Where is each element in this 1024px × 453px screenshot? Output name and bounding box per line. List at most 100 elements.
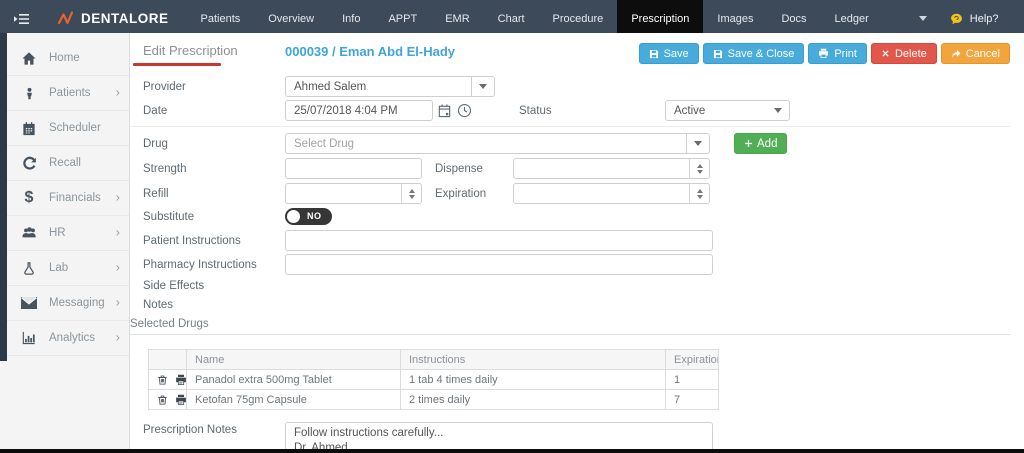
spinner-control[interactable] xyxy=(689,184,709,203)
actions-column-header xyxy=(149,350,187,370)
prescription-notes-textarea[interactable]: Follow instructions carefully... Dr. Ahm… xyxy=(285,422,713,449)
sidebar-item-home[interactable]: Home xyxy=(7,41,129,76)
print-drug-icon[interactable] xyxy=(175,374,187,386)
pharmacy-instructions-input[interactable] xyxy=(285,254,713,275)
envelope-icon xyxy=(20,297,38,309)
pharmacy-instructions-label: Pharmacy Instructions xyxy=(143,259,285,271)
provider-dropdown-button[interactable] xyxy=(471,77,494,96)
brand-name: DENTALORE xyxy=(81,11,169,26)
calendar-icon xyxy=(20,121,38,136)
tab-procedure[interactable]: Procedure xyxy=(539,0,618,33)
patient-instructions-input[interactable] xyxy=(285,230,713,251)
sidebar-item-label: Analytics xyxy=(49,332,95,344)
drug-select[interactable]: Select Drug xyxy=(285,133,710,154)
people-icon xyxy=(20,226,38,240)
sidebar-collapse-icon[interactable] xyxy=(14,4,30,33)
divider xyxy=(130,334,1010,335)
drug-instructions-cell: 1 tab 4 times daily xyxy=(401,370,666,390)
sidebar-item-financials[interactable]: $ Financials xyxy=(7,181,129,216)
help-label: Help? xyxy=(970,13,999,25)
clock-icon[interactable] xyxy=(457,103,472,118)
chevron-down-icon xyxy=(919,16,927,21)
page-title: Edit Prescription xyxy=(143,43,285,58)
strength-input[interactable] xyxy=(285,158,422,179)
print-label: Print xyxy=(834,48,857,60)
sidebar-item-messaging[interactable]: Messaging xyxy=(7,286,129,321)
tab-overview[interactable]: Overview xyxy=(254,0,328,33)
add-drug-button[interactable]: Add xyxy=(734,133,787,154)
selected-drugs-heading: Selected Drugs xyxy=(130,318,1010,330)
sidebar-item-scheduler[interactable]: Scheduler xyxy=(7,111,129,146)
date-value: 25/07/2018 4:04 PM xyxy=(286,105,432,117)
tab-chart[interactable]: Chart xyxy=(484,0,539,33)
edit-prescription-panel: Edit Prescription 000039 / Eman Abd El-H… xyxy=(130,33,1024,449)
patient-link[interactable]: 000039 / Eman Abd El-Hady xyxy=(285,44,455,59)
help-menu[interactable]: Help? xyxy=(937,0,1011,33)
dollar-icon: $ xyxy=(20,189,38,207)
spinner-control[interactable] xyxy=(401,184,421,203)
tab-ledger[interactable]: Ledger xyxy=(821,0,883,33)
sidebar-item-analytics[interactable]: Analytics xyxy=(7,321,129,356)
tab-appt[interactable]: APPT xyxy=(374,0,431,33)
undo-arrow-icon xyxy=(951,49,961,59)
substitute-toggle[interactable]: NO xyxy=(285,208,332,225)
status-select[interactable]: Active xyxy=(665,100,790,121)
instructions-column-header: Instructions xyxy=(401,350,666,370)
x-icon xyxy=(881,49,890,58)
substitute-label: Substitute xyxy=(143,211,285,223)
drug-dropdown-button[interactable] xyxy=(686,134,709,153)
calendar-icon[interactable] xyxy=(437,103,452,118)
chevron-down-icon xyxy=(479,84,487,89)
drug-label: Drug xyxy=(143,138,285,150)
tab-prescription[interactable]: Prescription xyxy=(617,0,703,33)
sidebar-item-recall[interactable]: Recall xyxy=(7,146,129,181)
save-floppy-icon xyxy=(649,49,659,59)
tab-emr[interactable]: EMR xyxy=(431,0,483,33)
sidebar-item-lab[interactable]: Lab xyxy=(7,251,129,286)
cancel-button[interactable]: Cancel xyxy=(941,43,1010,64)
action-buttons: Save Save & Close Print Delete Cancel xyxy=(639,43,1010,64)
name-column-header: Name xyxy=(187,350,401,370)
tab-images[interactable]: Images xyxy=(703,0,767,33)
drug-placeholder: Select Drug xyxy=(286,138,686,150)
cancel-label: Cancel xyxy=(966,48,1000,60)
delete-button[interactable]: Delete xyxy=(871,43,937,64)
app-logo[interactable]: DENTALORE xyxy=(58,4,169,33)
sidebar-item-hr[interactable]: HR xyxy=(7,216,129,251)
drug-expiration-cell: 1 xyxy=(666,370,719,390)
table-row: Ketofan 75gm Capsule 2 times daily 7 xyxy=(149,390,719,410)
sidebar-item-patients[interactable]: Patients xyxy=(7,76,129,111)
date-input[interactable]: 25/07/2018 4:04 PM xyxy=(285,100,433,121)
side-effects-label: Side Effects xyxy=(143,280,285,292)
tab-patients[interactable]: Patients xyxy=(187,0,255,33)
chevron-down-icon xyxy=(774,108,782,113)
more-tabs-caret[interactable] xyxy=(909,0,937,33)
sidebar-item-label: Patients xyxy=(49,87,91,99)
provider-select[interactable]: Ahmed Salem xyxy=(285,76,495,97)
spinner-control[interactable] xyxy=(689,159,709,178)
flask-icon xyxy=(20,261,38,276)
save-button[interactable]: Save xyxy=(639,43,699,64)
dispense-input[interactable] xyxy=(513,158,710,179)
expiration-input[interactable] xyxy=(513,183,710,204)
status-dropdown-button[interactable] xyxy=(766,101,789,120)
delete-drug-icon[interactable] xyxy=(157,374,168,386)
tab-docs[interactable]: Docs xyxy=(767,0,820,33)
sidebar-item-label: Messaging xyxy=(49,297,105,309)
sidebar-item-label: Scheduler xyxy=(49,122,101,134)
top-right-group: Help? OCtober System Administrator xyxy=(937,0,1024,33)
tab-info[interactable]: Info xyxy=(328,0,374,33)
table-header-row: Name Instructions Expiration xyxy=(149,350,719,370)
print-drug-icon[interactable] xyxy=(175,394,187,406)
delete-drug-icon[interactable] xyxy=(157,394,168,406)
refill-input[interactable] xyxy=(285,183,422,204)
expiration-label: Expiration xyxy=(435,188,513,200)
sidebar-item-label: Financials xyxy=(49,192,101,204)
home-icon xyxy=(20,51,38,66)
print-button[interactable]: Print xyxy=(808,43,867,64)
save-close-button[interactable]: Save & Close xyxy=(703,43,805,64)
patient-icon xyxy=(20,86,38,101)
notes-label: Notes xyxy=(143,299,285,311)
sidebar-item-label: Home xyxy=(49,52,80,64)
period-selector[interactable]: OCtober xyxy=(1011,0,1024,33)
